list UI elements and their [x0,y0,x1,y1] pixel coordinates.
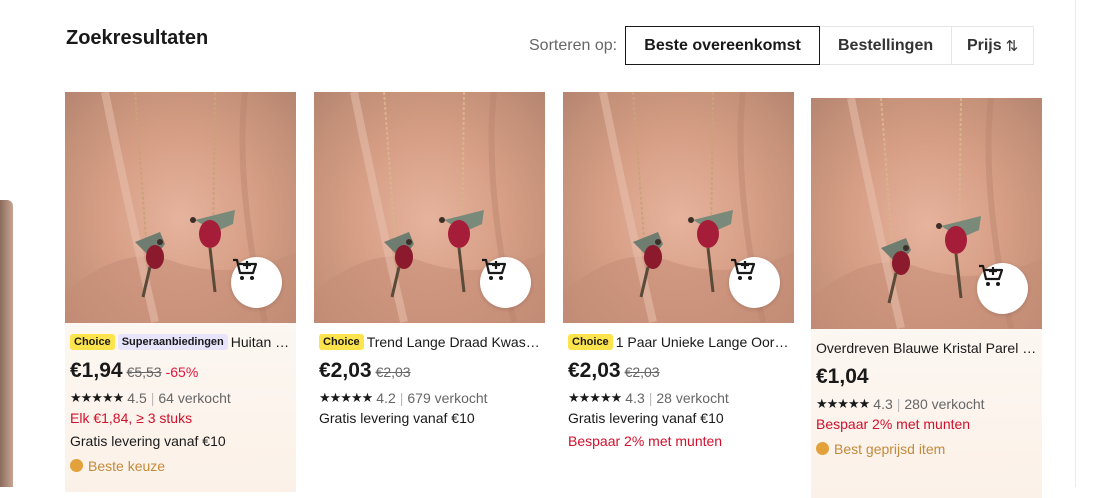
divider: | [896,396,901,412]
star-icon: ★★★★★ [816,396,870,411]
product-card[interactable]: Choice 1 Paar Unieke Lange Oorbellen €2,… [563,92,794,492]
product-note: Elk €1,84, ≥ 3 stuks [70,410,193,426]
badge-choice: Choice [568,334,613,350]
add-to-cart-icon [482,258,507,280]
rating-value: 4.2 [376,390,396,406]
sort-label: Sorteren op: [529,36,618,54]
original-price: €5,53 [126,364,162,380]
product-card[interactable]: Choice Trend Lange Draad Kwastje Oorbell… [314,92,545,492]
price-row: €1,04 [816,365,1038,391]
sort-price-label: Prijs [966,36,1002,54]
sold-count: 679 verkocht [407,390,488,406]
product-price: €2,03 [319,359,372,382]
star-icon: ★★★★★ [70,390,124,405]
rating-row: ★★★★★ 4.3 | 280 verkocht [816,396,1038,412]
product-title-row[interactable]: Choice 1 Paar Unieke Lange Oorbellen [568,332,790,352]
product-info: ChoiceSuperaanbiedingen Huitan Creatieve… [70,332,292,475]
coin-icon [816,442,829,455]
product-note: Gratis levering vanaf €10 [568,410,724,426]
product-note: Gratis levering vanaf €10 [319,410,475,426]
sort-orders-label: Bestellingen [837,36,934,54]
price-row: €2,03 €2,03 [319,359,541,385]
divider: | [648,390,653,406]
divider: | [150,390,155,406]
product-title-row[interactable]: Overdreven Blauwe Kristal Parel Oorbelle… [816,338,1038,358]
page-title: Zoekresultaten [66,27,209,49]
add-to-cart-icon [731,258,756,280]
product-title[interactable]: Huitan Creatieve Lange Draad Oorbellen [231,334,292,350]
product-card[interactable]: Overdreven Blauwe Kristal Parel Oorbelle… [811,98,1042,498]
price-row: €1,94 €5,53 -65% [70,359,292,385]
price-row: €2,03 €2,03 [568,359,790,385]
product-price: €1,94 [70,359,123,382]
sold-count: 280 verkocht [904,396,985,412]
sort-best-match-button[interactable]: Beste overeenkomst [625,26,821,65]
product-highlight: Beste keuze [70,456,292,475]
sold-count: 64 verkocht [158,390,231,406]
add-to-cart-button[interactable] [231,257,282,308]
rating-row: ★★★★★ 4.3 | 28 verkocht [568,390,790,406]
product-title[interactable]: Trend Lange Draad Kwastje Oorbellen [367,334,541,350]
add-to-cart-button[interactable] [480,257,531,308]
product-info: Choice Trend Lange Draad Kwastje Oorbell… [319,332,541,429]
product-price: €2,03 [568,359,621,382]
sort-updown-icon: ⇅ [1005,37,1019,55]
add-to-cart-button[interactable] [977,263,1028,314]
divider: | [399,390,404,406]
sort-best-match-label: Beste overeenkomst [644,36,801,54]
product-image[interactable] [65,92,296,323]
star-icon: ★★★★★ [568,390,622,405]
product-title-row[interactable]: ChoiceSuperaanbiedingen Huitan Creatieve… [70,332,292,352]
badge-choice: Choice [319,334,364,350]
sold-count: 28 verkocht [656,390,729,406]
product-note: Bespaar 2% met munten [568,433,723,449]
add-to-cart-button[interactable] [729,257,780,308]
rating-value: 4.3 [873,396,893,412]
discount-badge: -65% [165,364,199,380]
sort-orders-button[interactable]: Bestellingen [820,26,953,65]
sort-price-button[interactable]: Prijs ⇅ [952,26,1035,65]
rating-value: 4.3 [625,390,645,406]
product-info: Choice 1 Paar Unieke Lange Oorbellen €2,… [568,332,790,452]
rating-row: ★★★★★ 4.2 | 679 verkocht [319,390,541,406]
coin-icon [70,459,83,472]
highlight-text: Beste keuze [88,457,166,474]
product-title[interactable]: Overdreven Blauwe Kristal Parel Oorbelle… [816,340,1038,356]
product-title-row[interactable]: Choice Trend Lange Draad Kwastje Oorbell… [319,332,541,352]
partial-image-left [0,200,13,487]
product-image[interactable] [314,92,545,323]
original-price: €2,03 [624,364,660,380]
sort-bar: Sorteren op: Beste overeenkomst Bestelli… [529,25,1035,66]
product-image[interactable] [811,98,1042,329]
product-price: €1,04 [816,365,869,388]
original-price: €2,03 [375,364,411,380]
product-note: Gratis levering vanaf €10 [70,433,226,449]
badge-choice: Choice [70,334,115,350]
scroll-divider [1075,0,1076,487]
product-title[interactable]: 1 Paar Unieke Lange Oorbellen [616,334,790,350]
product-info: Overdreven Blauwe Kristal Parel Oorbelle… [816,338,1038,458]
rating-value: 4.5 [127,390,147,406]
badge-superaanbiedingen: Superaanbiedingen [117,334,228,350]
product-image[interactable] [563,92,794,323]
rating-row: ★★★★★ 4.5 | 64 verkocht [70,390,292,406]
product-highlight: Best geprijsd item [816,439,1038,458]
highlight-text: Best geprijsd item [834,440,946,457]
add-to-cart-icon [233,258,258,280]
star-icon: ★★★★★ [319,390,373,405]
product-card[interactable]: ChoiceSuperaanbiedingen Huitan Creatieve… [65,92,296,492]
product-note: Bespaar 2% met munten [816,416,971,432]
add-to-cart-icon [979,264,1004,286]
